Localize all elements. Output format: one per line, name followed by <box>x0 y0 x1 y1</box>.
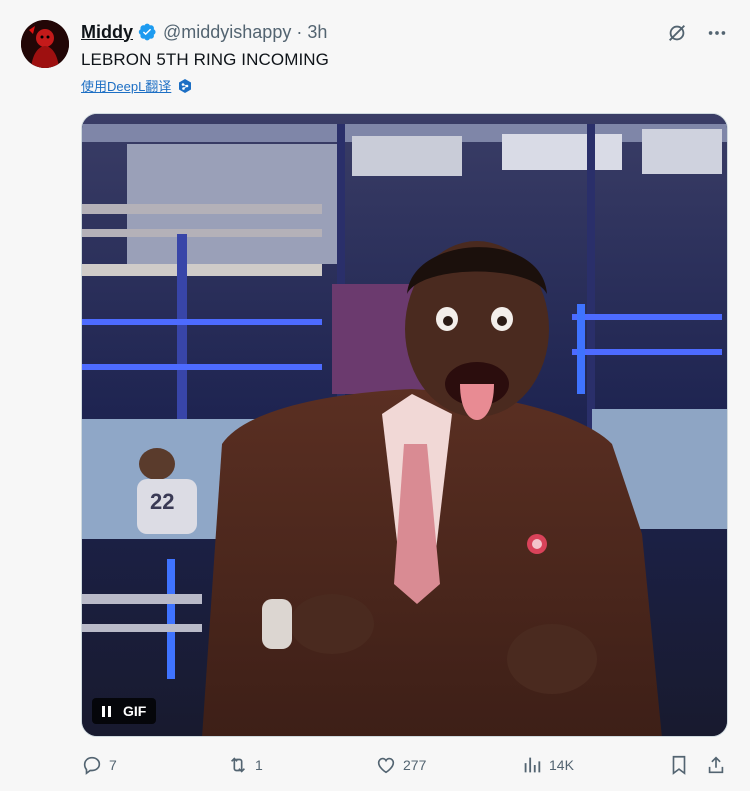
reply-icon <box>83 756 101 775</box>
views-icon <box>524 757 541 773</box>
like-count: 277 <box>403 757 427 773</box>
pause-icon[interactable] <box>102 705 111 717</box>
like-button[interactable]: 277 <box>375 754 426 776</box>
bookmark-icon <box>672 755 686 775</box>
tweet-text: LEBRON 5TH RING INCOMING <box>81 50 329 69</box>
timestamp[interactable]: 3h <box>307 22 327 43</box>
separator-dot: · <box>296 21 303 42</box>
tweet-header: Middy @middyishappy · 3h <box>81 20 327 44</box>
views-button[interactable]: 14K <box>521 754 574 776</box>
translate-label[interactable]: 使用DeepL翻译 <box>81 76 171 95</box>
tweet: Middy @middyishappy · 3h LEBRON 5TH RING… <box>0 0 750 791</box>
repost-button[interactable]: 1 <box>227 754 263 776</box>
tweet-top-icons <box>664 20 730 46</box>
bookmark-button[interactable] <box>668 754 690 776</box>
verified-badge-icon <box>137 22 157 42</box>
gif-frame-image: 22 <box>82 114 727 736</box>
jersey-number: 22 <box>150 489 174 514</box>
deepl-icon <box>177 78 193 94</box>
tweet-actions: 7 1 277 14K <box>81 754 731 780</box>
grok-icon[interactable] <box>664 20 690 46</box>
gif-badge: GIF <box>92 698 157 724</box>
views-count: 14K <box>549 757 574 773</box>
repost-count: 1 <box>255 757 263 773</box>
like-icon <box>377 757 395 774</box>
more-icon[interactable] <box>704 20 730 46</box>
gif-media[interactable]: 22 GIF <box>81 113 728 737</box>
reply-count: 7 <box>109 757 117 773</box>
user-handle[interactable]: @middyishappy <box>163 22 291 43</box>
translate-link[interactable]: 使用DeepL翻译 <box>81 76 193 95</box>
repost-icon <box>230 757 246 773</box>
share-icon <box>708 756 724 774</box>
gif-label: GIF <box>123 703 147 719</box>
avatar[interactable] <box>21 20 69 68</box>
display-name[interactable]: Middy <box>81 22 133 43</box>
reply-button[interactable]: 7 <box>81 754 117 776</box>
share-button[interactable] <box>705 754 727 776</box>
